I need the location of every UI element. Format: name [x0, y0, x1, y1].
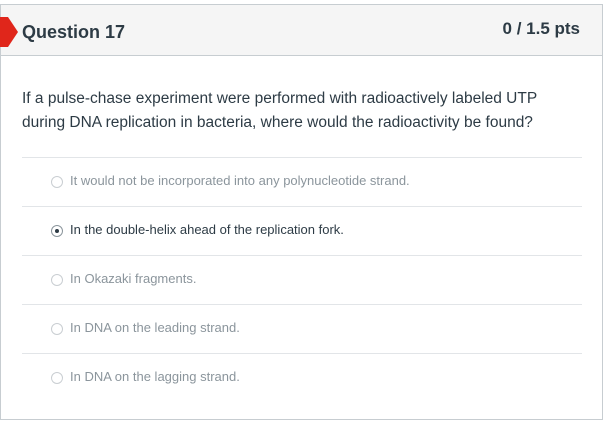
radio-button[interactable] [51, 323, 63, 335]
question-title: Question 17 [22, 22, 126, 42]
answer-label: In DNA on the lagging strand. [70, 369, 240, 384]
answer-label: It would not be incorporated into any po… [70, 173, 410, 188]
answer-label: In Okazaki fragments. [70, 271, 197, 286]
answer-option[interactable]: In Okazaki fragments. [22, 255, 582, 304]
answer-option[interactable]: In the double-helix ahead of the replica… [22, 206, 582, 255]
radio-button-selected[interactable] [51, 225, 63, 237]
answer-list: It would not be incorporated into any po… [22, 157, 582, 402]
question-text: If a pulse-chase experiment were perform… [22, 90, 537, 131]
answer-label: In DNA on the leading strand. [70, 320, 240, 335]
question-header: Question 17 0 / 1.5 pts [0, 5, 602, 56]
incorrect-flag-icon [0, 17, 18, 47]
answer-option[interactable]: In DNA on the leading strand. [22, 304, 582, 353]
question-points: 0 / 1.5 pts [502, 19, 580, 38]
answer-option[interactable]: In DNA on the lagging strand. [22, 353, 582, 402]
answer-label: In the double-helix ahead of the replica… [70, 222, 344, 237]
radio-button[interactable] [51, 176, 63, 188]
radio-button[interactable] [51, 274, 63, 286]
radio-button[interactable] [51, 372, 63, 384]
answer-option[interactable]: It would not be incorporated into any po… [22, 157, 582, 206]
question-card: Question 17 0 / 1.5 pts If a pulse-chase… [0, 4, 603, 420]
